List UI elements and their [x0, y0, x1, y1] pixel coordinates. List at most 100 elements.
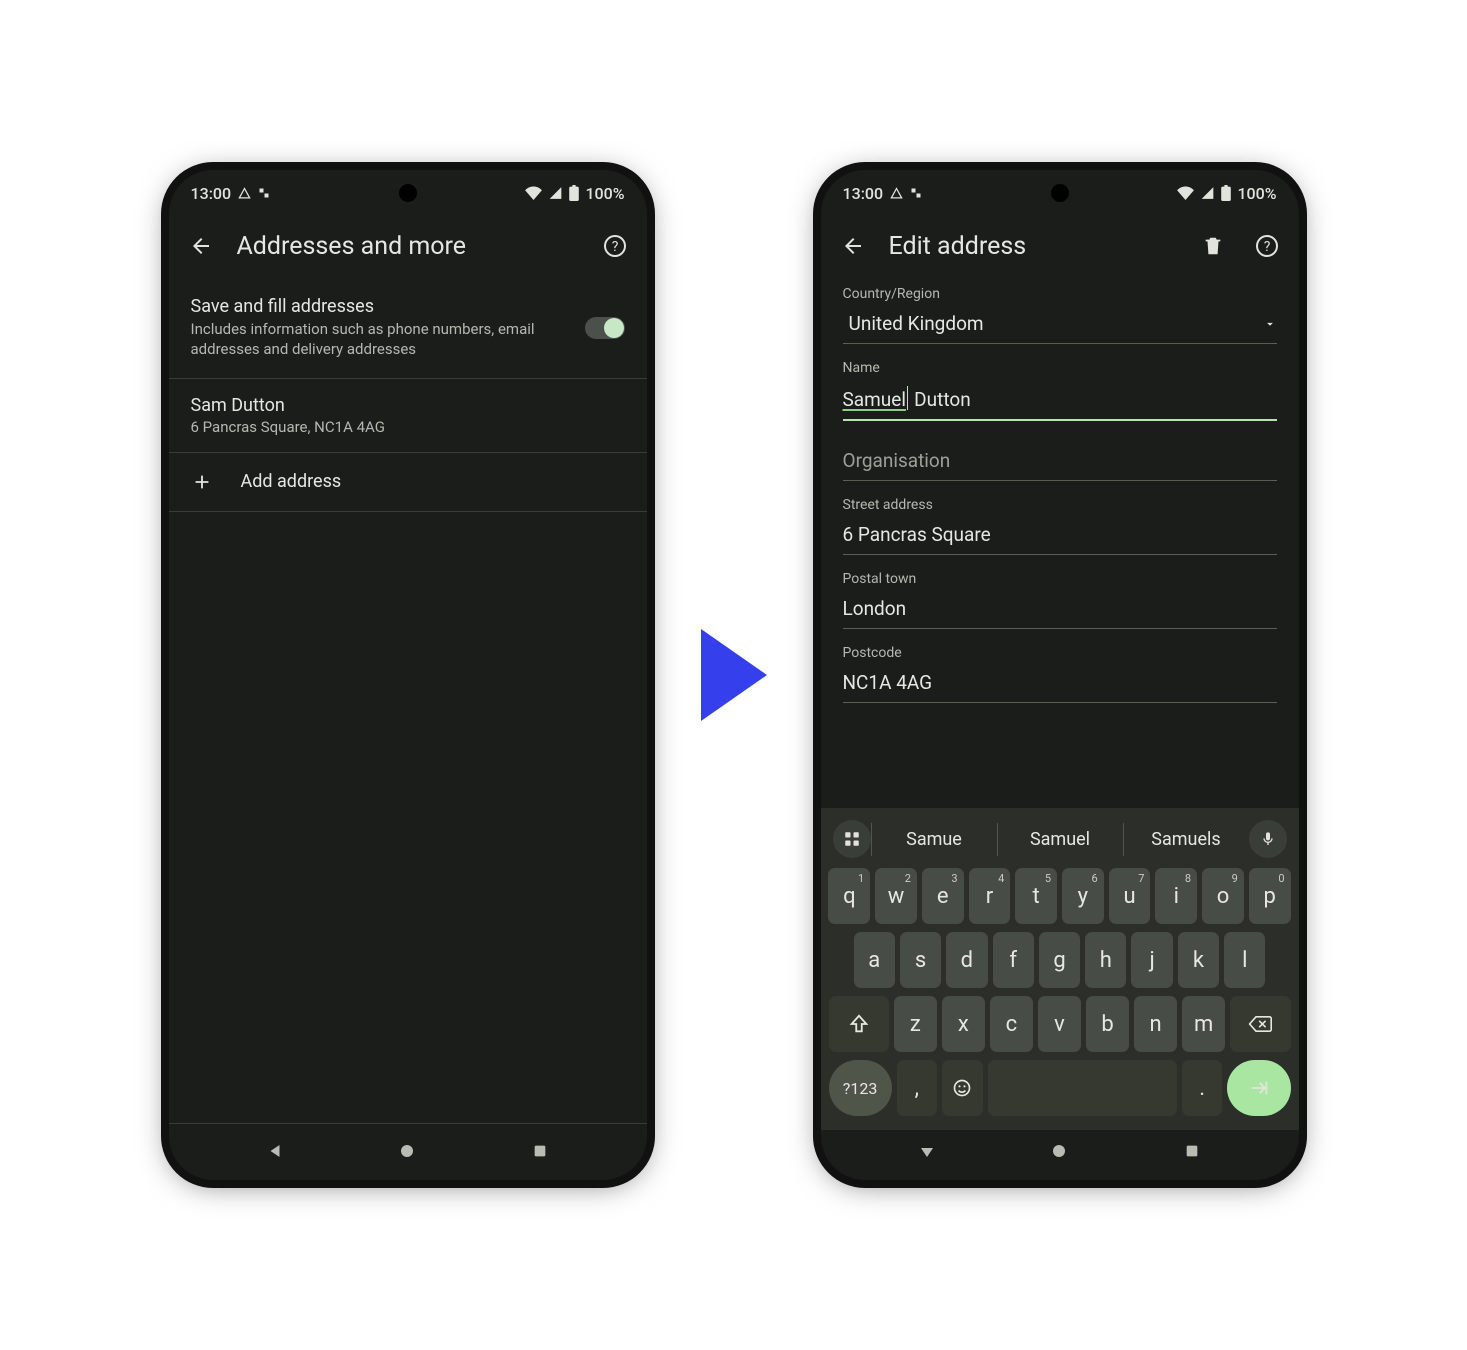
help-icon: ?	[603, 234, 627, 258]
nav-back[interactable]	[262, 1138, 288, 1164]
system-nav-bar	[821, 1130, 1299, 1180]
system-nav-bar	[169, 1123, 647, 1180]
street-field[interactable]: 6 Pancras Square	[843, 517, 1277, 555]
back-button[interactable]	[183, 228, 219, 264]
nav-recent[interactable]	[527, 1138, 553, 1164]
key-y[interactable]: y6	[1062, 868, 1104, 924]
suggestion-2[interactable]: Samuel	[997, 823, 1123, 856]
battery-percent: 100%	[1237, 184, 1276, 203]
toggle-subtitle: Includes information such as phone numbe…	[191, 319, 571, 360]
dnd-icon	[237, 186, 252, 201]
nav-home[interactable]	[394, 1138, 420, 1164]
key-g[interactable]: g	[1039, 932, 1080, 988]
country-dropdown[interactable]: United Kingdom	[843, 306, 1277, 344]
clock: 13:00	[191, 184, 232, 203]
key-q[interactable]: q1	[828, 868, 870, 924]
town-value: London	[843, 597, 907, 620]
organisation-field[interactable]: Organisation	[843, 443, 1277, 481]
shift-key[interactable]	[829, 996, 889, 1052]
key-u[interactable]: u7	[1109, 868, 1151, 924]
town-label: Postal town	[843, 571, 1277, 587]
add-address-label: Add address	[241, 471, 342, 492]
address-line: 6 Pancras Square, NC1A 4AG	[191, 418, 625, 436]
suggestion-bar: Samue Samuel Samuels	[827, 814, 1293, 864]
wifi-icon	[1177, 186, 1194, 200]
mic-icon	[1260, 831, 1276, 847]
key-i[interactable]: i8	[1155, 868, 1197, 924]
address-name: Sam Dutton	[191, 395, 625, 416]
svg-text:?: ?	[1263, 239, 1270, 255]
keyboard-menu-button[interactable]	[833, 820, 871, 858]
symbols-key[interactable]: ?123	[829, 1060, 892, 1116]
key-d[interactable]: d	[946, 932, 987, 988]
help-button[interactable]: ?	[1249, 228, 1285, 264]
key-row-2: asdfghjkl	[827, 928, 1293, 992]
key-k[interactable]: k	[1178, 932, 1219, 988]
key-a[interactable]: a	[854, 932, 895, 988]
key-c[interactable]: c	[990, 996, 1033, 1052]
nav-recent[interactable]	[1179, 1138, 1205, 1164]
town-field[interactable]: London	[843, 591, 1277, 629]
toggle-switch[interactable]	[585, 317, 625, 339]
key-n[interactable]: n	[1134, 996, 1177, 1052]
key-j[interactable]: j	[1131, 932, 1172, 988]
key-f[interactable]: f	[993, 932, 1034, 988]
period-key[interactable]: .	[1182, 1060, 1223, 1116]
key-p[interactable]: p0	[1249, 868, 1291, 924]
suggestion-3[interactable]: Samuels	[1123, 823, 1249, 856]
page-title: Addresses and more	[237, 232, 579, 261]
wifi-icon	[525, 186, 542, 200]
key-t[interactable]: t5	[1015, 868, 1057, 924]
key-e[interactable]: e3	[922, 868, 964, 924]
country-label: Country/Region	[843, 286, 1277, 302]
shift-icon	[848, 1013, 870, 1035]
country-value: United Kingdom	[849, 312, 984, 335]
key-m[interactable]: m	[1182, 996, 1225, 1052]
comma-key[interactable]: ,	[897, 1060, 938, 1116]
arrow-left-icon	[189, 234, 213, 258]
street-label: Street address	[843, 497, 1277, 513]
camera-cutout	[399, 184, 417, 202]
delete-button[interactable]	[1195, 228, 1231, 264]
key-l[interactable]: l	[1224, 932, 1265, 988]
battery-icon	[1221, 185, 1231, 201]
postcode-value: NC1A 4AG	[843, 671, 933, 694]
name-field[interactable]: Samuel Dutton	[843, 380, 1277, 421]
nav-back[interactable]	[914, 1138, 940, 1164]
key-x[interactable]: x	[942, 996, 985, 1052]
key-row-4: ?123 , .	[827, 1056, 1293, 1120]
page-title: Edit address	[889, 232, 1177, 261]
key-o[interactable]: o9	[1202, 868, 1244, 924]
name-rest: Dutton	[909, 388, 970, 411]
key-r[interactable]: r4	[969, 868, 1011, 924]
postcode-field[interactable]: NC1A 4AG	[843, 665, 1277, 703]
key-row-1: q1w2e3r4t5y6u7i8o9p0	[827, 864, 1293, 928]
key-w[interactable]: w2	[875, 868, 917, 924]
back-button[interactable]	[835, 228, 871, 264]
postcode-label: Postcode	[843, 645, 1277, 661]
next-icon	[1248, 1077, 1270, 1099]
key-v[interactable]: v	[1038, 996, 1081, 1052]
name-first: Samuel	[843, 388, 906, 411]
key-b[interactable]: b	[1086, 996, 1129, 1052]
signal-icon	[1200, 186, 1215, 200]
key-s[interactable]: s	[900, 932, 941, 988]
suggestion-1[interactable]: Samue	[871, 823, 997, 856]
key-z[interactable]: z	[894, 996, 937, 1052]
address-item[interactable]: Sam Dutton 6 Pancras Square, NC1A 4AG	[169, 379, 647, 453]
key-h[interactable]: h	[1085, 932, 1126, 988]
camera-cutout	[1051, 184, 1069, 202]
voice-input-button[interactable]	[1249, 820, 1287, 858]
emoji-icon	[952, 1078, 972, 1098]
sync-icon	[910, 187, 922, 199]
space-key[interactable]	[988, 1060, 1177, 1116]
help-button[interactable]: ?	[597, 228, 633, 264]
grid-icon	[843, 830, 861, 848]
backspace-key[interactable]	[1230, 996, 1290, 1052]
nav-home[interactable]	[1046, 1138, 1072, 1164]
emoji-key[interactable]	[942, 1060, 983, 1116]
save-fill-toggle-row[interactable]: Save and fill addresses Includes informa…	[169, 282, 647, 379]
add-address-row[interactable]: Add address	[169, 453, 647, 512]
plus-icon	[191, 471, 213, 493]
enter-key[interactable]	[1227, 1060, 1290, 1116]
